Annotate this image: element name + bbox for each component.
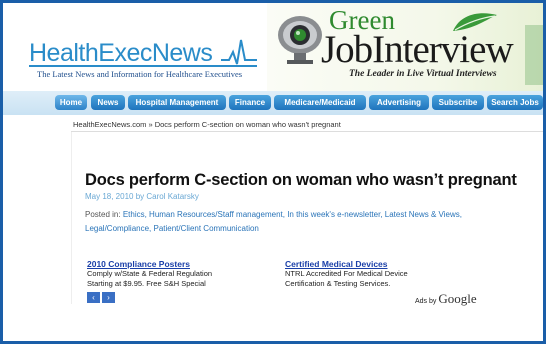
category-links-line2[interactable]: Legal/Compliance, Patient/Client Communi…: [85, 224, 259, 233]
tab-medicare-medicaid[interactable]: Medicare/Medicaid: [274, 95, 366, 110]
ad-pager: ‹ ›: [87, 292, 115, 303]
article-categories: Posted in: Ethics, Human Resources/Staff…: [85, 210, 462, 219]
breadcrumb[interactable]: HealthExecNews.com » Docs perform C-sect…: [73, 120, 341, 129]
site-logo[interactable]: HealthExecNews: [29, 39, 213, 68]
page-frame: HealthExecNews The Latest News and Infor…: [0, 0, 546, 344]
pulse-icon: [221, 39, 257, 65]
ad-edge-graphic: [525, 25, 543, 85]
webcam-icon: [278, 16, 322, 64]
article-meta: May 18, 2010 by Carol Katarsky: [85, 192, 199, 201]
ad-tagline: The Leader in Live Virtual Interviews: [349, 69, 497, 79]
ad-banner[interactable]: Green JobInterview The Leader in Live Vi…: [267, 3, 543, 91]
tab-search-jobs[interactable]: Search Jobs: [487, 95, 543, 110]
tab-hospital-management[interactable]: Hospital Management: [128, 95, 226, 110]
ad-devices-line1: NTRL Accredited For Medical Device: [285, 269, 408, 278]
google-logo: Google: [438, 291, 477, 306]
ad-medical-devices-link[interactable]: Certified Medical Devices: [285, 259, 388, 269]
tab-home[interactable]: Home: [55, 95, 87, 110]
category-links-line1[interactable]: Ethics, Human Resources/Staff management…: [123, 210, 462, 219]
site-tagline: The Latest News and Information for Heal…: [37, 69, 243, 79]
ads-by-google[interactable]: Ads by Google: [415, 291, 477, 307]
ad-brand-main: JobInterview: [321, 28, 514, 71]
ad-compliance-line1: Comply w/State & Federal Regulation: [87, 269, 213, 278]
breadcrumb-divider: [71, 131, 543, 132]
logo-underline: [29, 65, 257, 67]
article-categories-cont: Legal/Compliance, Patient/Client Communi…: [85, 224, 259, 233]
ad-compliance-line2: Starting at $9.95. Free S&H Special: [87, 279, 206, 288]
posted-in-label: Posted in:: [85, 210, 121, 219]
tab-advertising[interactable]: Advertising: [369, 95, 429, 110]
ads-by-label: Ads by: [415, 298, 437, 305]
ad-prev-button[interactable]: ‹: [87, 292, 100, 303]
tab-news[interactable]: News: [91, 95, 125, 110]
tab-subscribe[interactable]: Subscribe: [432, 95, 484, 110]
main-nav: Home News Hospital Management Finance Me…: [3, 91, 543, 115]
site-header: HealthExecNews The Latest News and Infor…: [3, 3, 543, 91]
ad-next-button[interactable]: ›: [102, 292, 115, 303]
ad-devices-line2: Certification & Testing Services.: [285, 279, 391, 288]
article-title: Docs perform C-section on woman who wasn…: [85, 171, 517, 189]
ad-compliance-posters-link[interactable]: 2010 Compliance Posters: [87, 259, 190, 269]
tab-finance[interactable]: Finance: [229, 95, 271, 110]
